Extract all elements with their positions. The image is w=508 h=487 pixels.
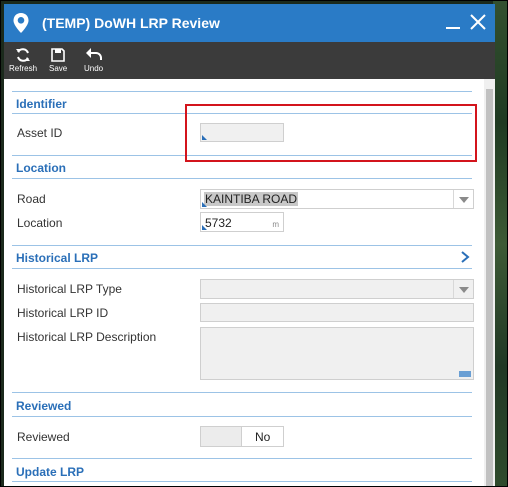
reviewed-toggle[interactable]: No — [200, 426, 284, 447]
section-divider — [12, 416, 472, 417]
highlight-box — [185, 104, 477, 162]
reviewed-value: No — [255, 430, 271, 444]
road-dropdown[interactable]: KAINTIBA ROAD — [200, 189, 474, 209]
undo-icon — [85, 48, 102, 60]
map-background — [493, 1, 507, 486]
road-value: KAINTIBA ROAD — [204, 192, 299, 206]
reviewed-label: Reviewed — [17, 430, 70, 444]
window-title: (TEMP) DoWH LRP Review — [42, 15, 220, 31]
historical-lrp-heading[interactable]: Historical LRP — [16, 251, 98, 265]
historical-lrp-id-field[interactable] — [200, 303, 474, 322]
location-heading: Location — [16, 161, 66, 175]
historical-lrp-description-field[interactable] — [200, 327, 474, 380]
chevron-down-icon[interactable] — [453, 280, 473, 298]
road-label: Road — [17, 192, 46, 206]
refresh-icon — [16, 48, 30, 62]
section-divider — [12, 91, 472, 92]
historical-lrp-id-label: Historical LRP ID — [17, 306, 109, 320]
refresh-button[interactable]: Refresh — [9, 47, 37, 73]
section-divider — [12, 268, 472, 269]
historical-lrp-type-dropdown[interactable] — [200, 279, 474, 299]
screenshot-frame: (TEMP) DoWH LRP Review Refresh Save Undo… — [0, 0, 508, 487]
asset-id-label: Asset ID — [17, 126, 63, 140]
vertical-scrollbar[interactable] — [484, 79, 495, 486]
scrollbar-thumb[interactable] — [486, 89, 493, 486]
save-button[interactable]: Save — [49, 47, 67, 73]
location-label: Location — [17, 216, 63, 230]
section-divider — [12, 481, 472, 482]
undo-button[interactable]: Undo — [84, 47, 103, 73]
save-label: Save — [49, 64, 68, 73]
section-divider — [12, 178, 472, 179]
reviewed-heading: Reviewed — [16, 399, 72, 413]
save-icon — [51, 48, 65, 62]
chevron-down-icon[interactable] — [453, 190, 473, 208]
required-marker-icon — [202, 225, 207, 230]
undo-label: Undo — [84, 64, 104, 73]
lrp-review-dialog: (TEMP) DoWH LRP Review Refresh Save Undo… — [4, 4, 495, 486]
update-lrp-heading: Update LRP — [16, 465, 85, 479]
section-divider — [12, 392, 472, 393]
refresh-label: Refresh — [9, 64, 38, 73]
location-value: 5732 — [205, 216, 232, 230]
identifier-heading: Identifier — [16, 97, 67, 111]
toggle-knob[interactable] — [201, 427, 242, 446]
location-unit: m — [272, 220, 279, 229]
expand-icon[interactable] — [459, 371, 471, 377]
location-pin-icon — [12, 12, 30, 39]
toolbar: Refresh Save Undo — [4, 42, 495, 79]
title-bar: (TEMP) DoWH LRP Review — [4, 4, 495, 42]
chevron-right-icon[interactable] — [460, 250, 470, 269]
close-icon[interactable] — [467, 11, 489, 33]
historical-lrp-description-label: Historical LRP Description — [17, 330, 157, 344]
section-divider — [12, 245, 472, 246]
historical-lrp-type-label: Historical LRP Type — [17, 282, 122, 296]
required-marker-icon — [202, 202, 207, 207]
section-divider — [12, 458, 472, 459]
location-input[interactable]: 5732 m — [200, 212, 284, 232]
minimize-icon[interactable] — [446, 12, 460, 32]
